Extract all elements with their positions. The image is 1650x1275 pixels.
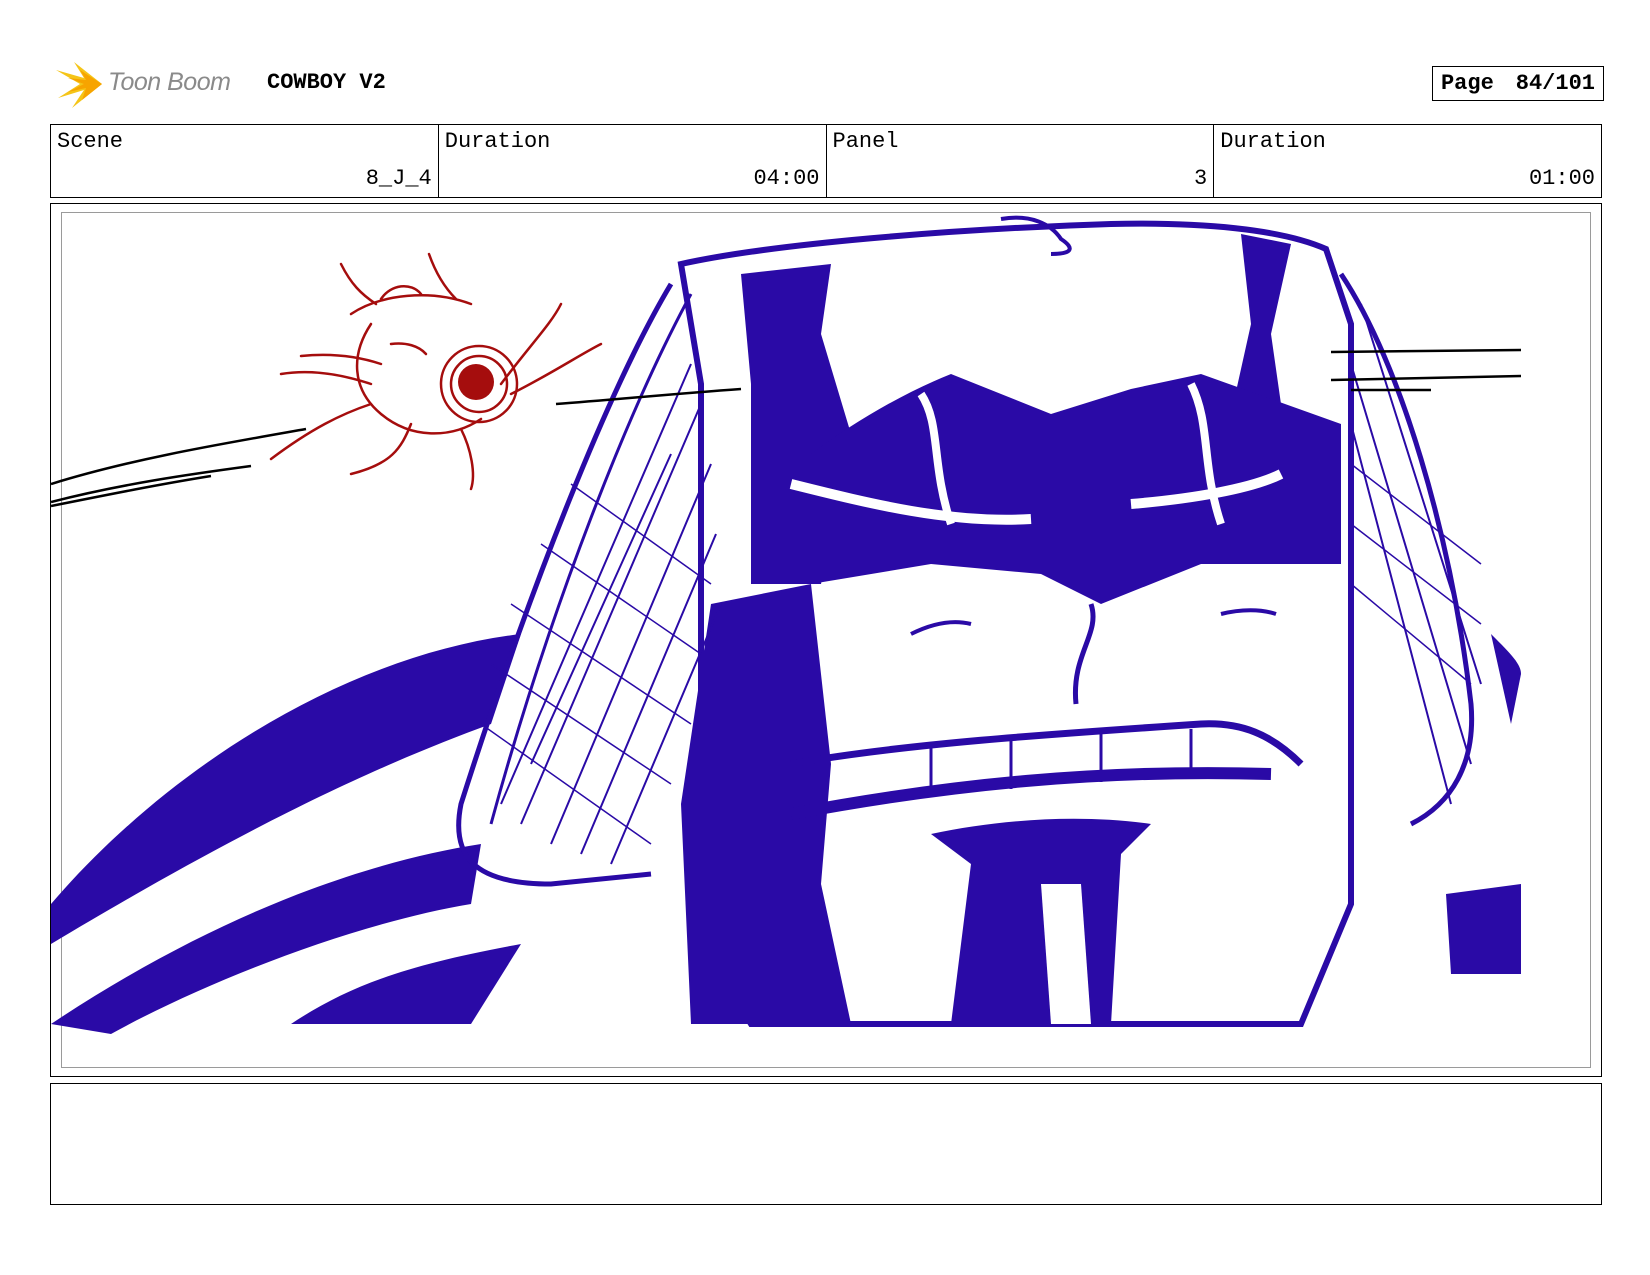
panel-duration-value: 01:00	[1528, 166, 1595, 191]
panel-notes-box[interactable]	[50, 1083, 1602, 1205]
scene-info-table: Scene 8_J_4 Duration 04:00 Panel 3 Durat…	[50, 124, 1602, 198]
storyboard-header: Toon Boom COWBOY V2 Page 84/101	[54, 56, 1604, 112]
scene-duration-value: 04:00	[753, 166, 820, 191]
scene-duration-cell: Duration 04:00	[439, 125, 827, 197]
cowboy-gun-muzzle	[458, 364, 494, 400]
storyboard-panel	[50, 203, 1602, 1077]
flying-cowboy-sketch	[269, 252, 603, 491]
panel-cell: Panel 3	[827, 125, 1215, 197]
panel-duration-cell: Duration 01:00	[1214, 125, 1601, 197]
scene-value: 8_J_4	[365, 166, 432, 191]
scene-duration-label: Duration	[444, 129, 551, 154]
scene-cell: Scene 8_J_4	[51, 125, 439, 197]
panel-duration-label: Duration	[1220, 129, 1326, 154]
page-indicator: Page 84/101	[1431, 66, 1604, 101]
starburst-icon	[56, 62, 102, 108]
panel-label: Panel	[832, 129, 899, 154]
giant-face-sketch	[51, 215, 1521, 1034]
panel-sketch	[51, 215, 1522, 1034]
scene-label: Scene	[57, 129, 124, 154]
page-number: 84/101	[1515, 71, 1595, 96]
toon-boom-logo: Toon Boom	[54, 60, 254, 108]
page-label: Page	[1440, 71, 1494, 96]
logo-text: Toon Boom	[108, 68, 231, 96]
panel-value: 3	[1194, 166, 1208, 191]
project-title: COWBOY V2	[267, 70, 386, 95]
